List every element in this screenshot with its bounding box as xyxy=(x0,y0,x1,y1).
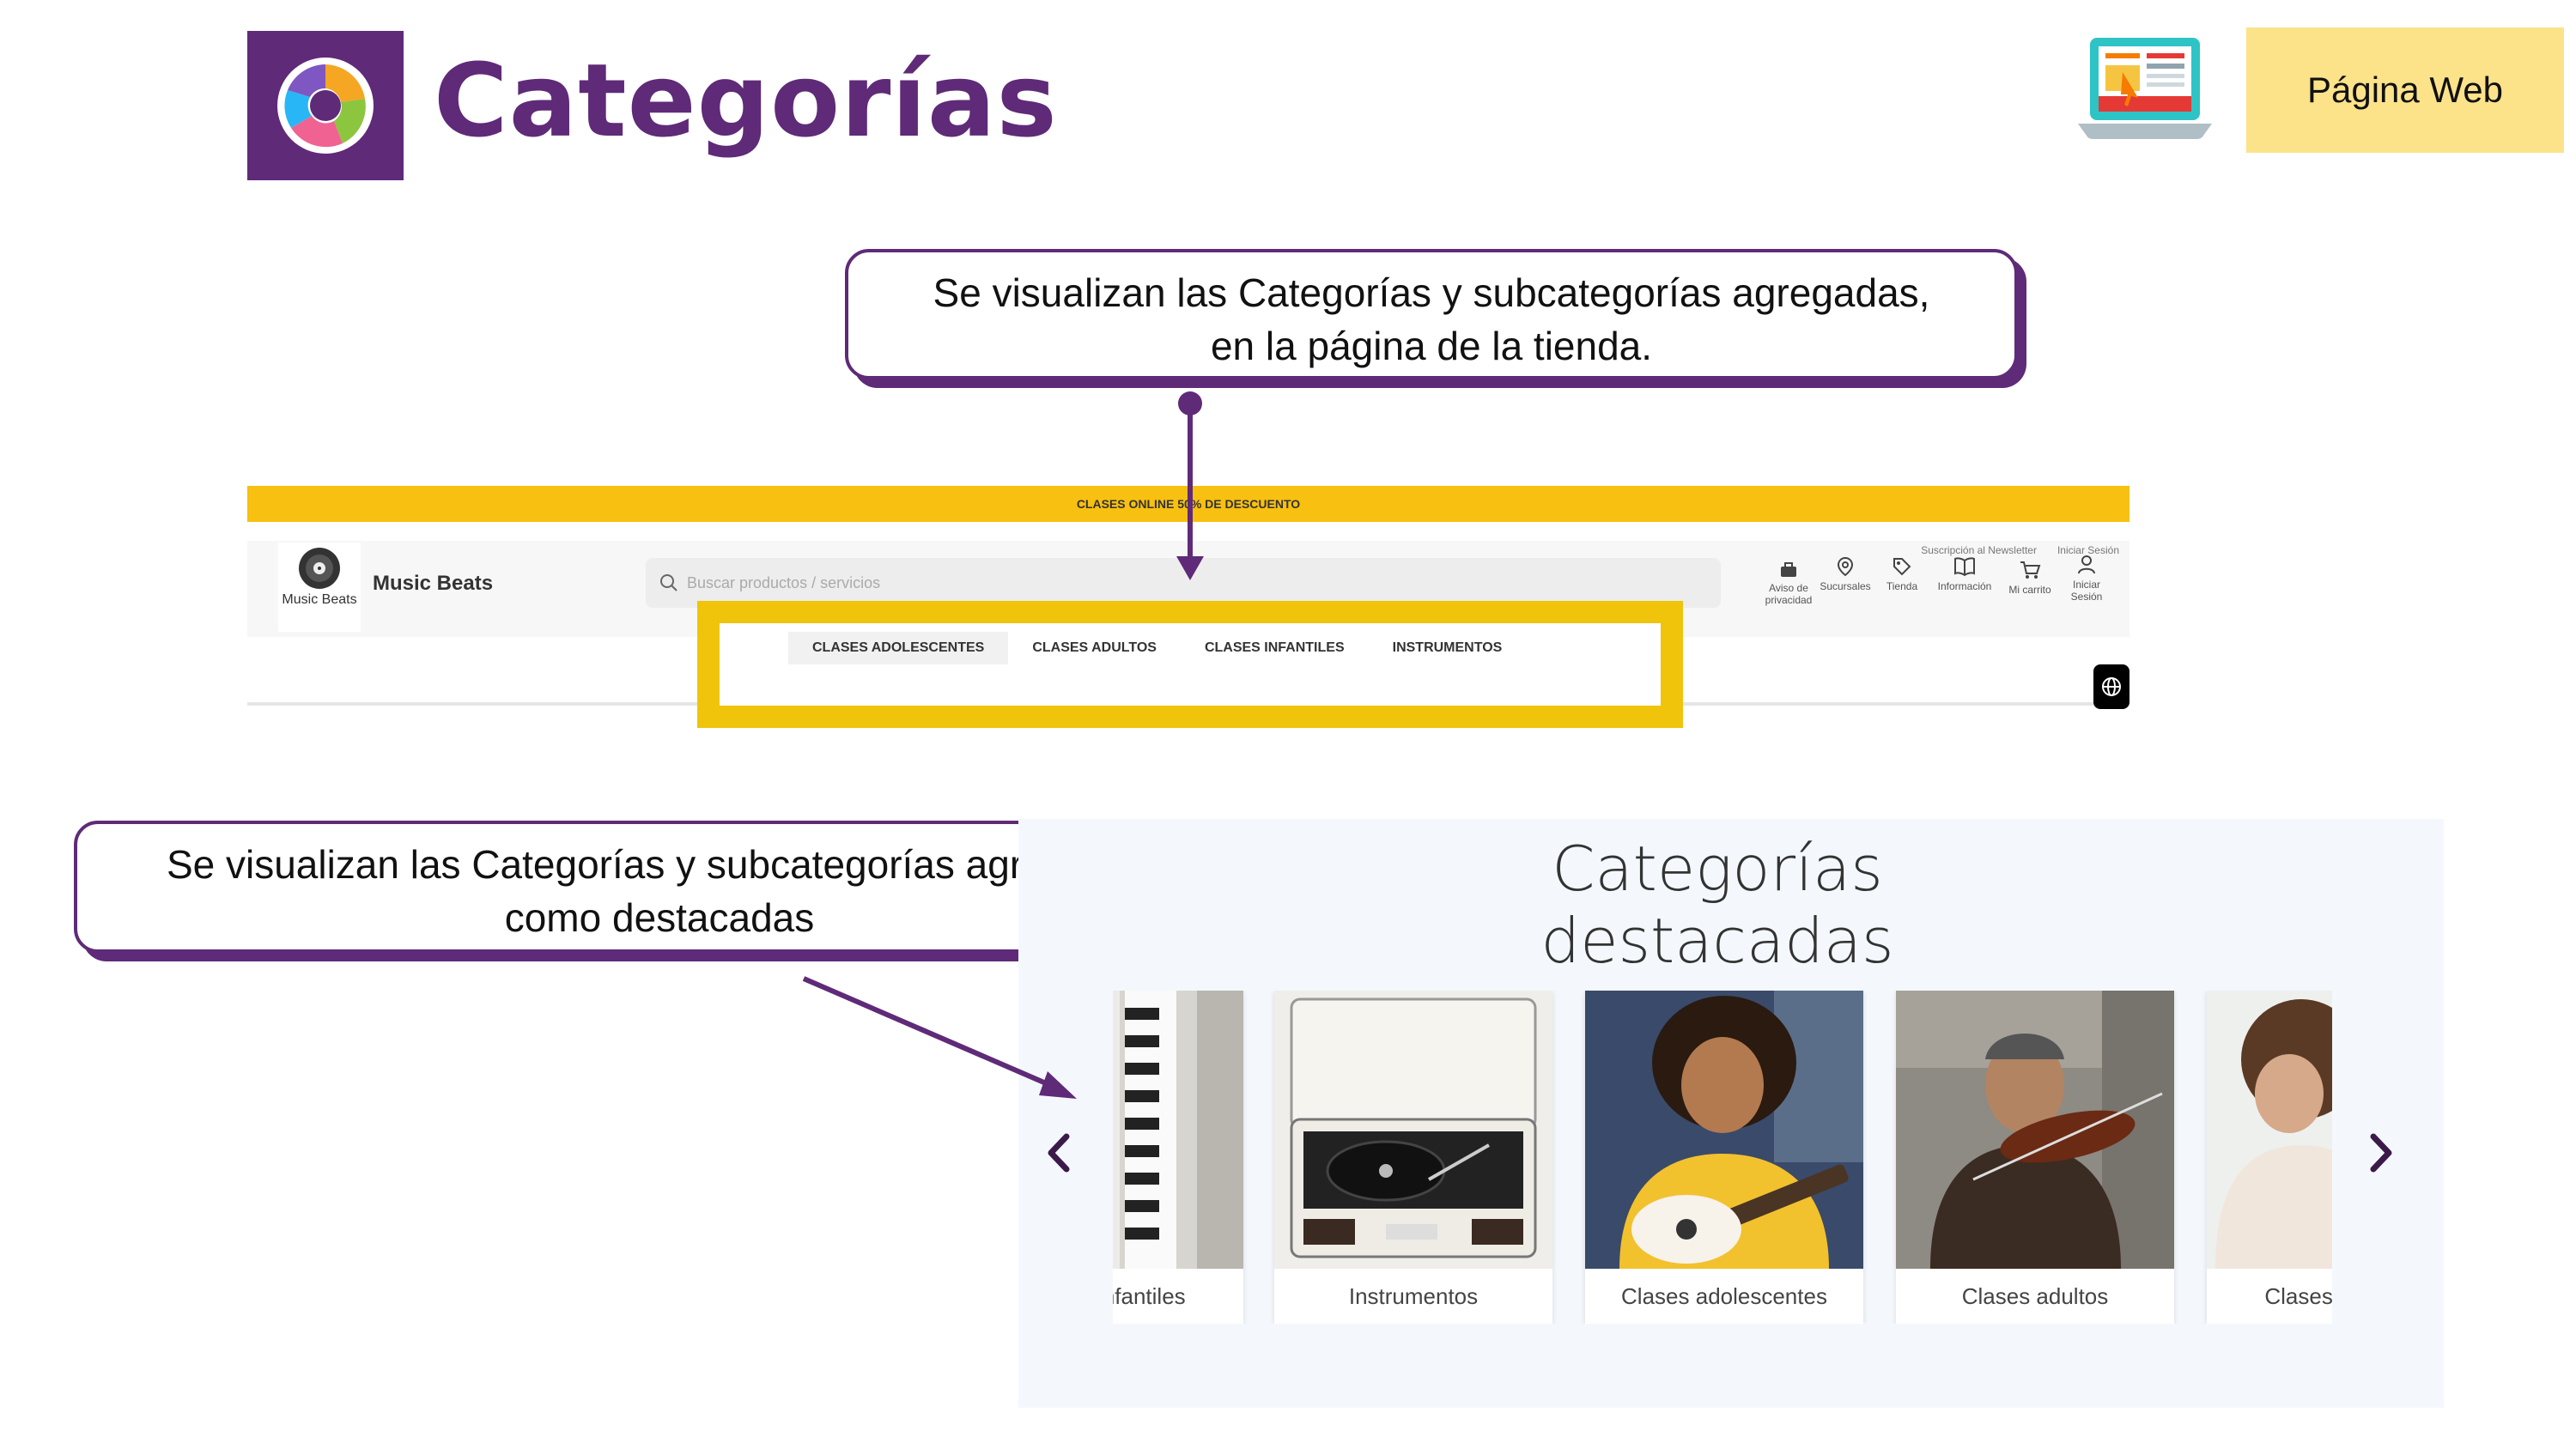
laptop-web-icon xyxy=(2078,34,2212,142)
callout-store-page: Se visualizan las Categorías y subcatego… xyxy=(845,249,2018,379)
globe-icon xyxy=(2102,677,2121,696)
callout-line: en la página de la tienda. xyxy=(1210,324,1653,368)
tag-icon xyxy=(1893,558,1911,576)
category-card[interactable]: Clases infantiles xyxy=(1113,991,1243,1324)
category-card[interactable]: Instrumentos xyxy=(1274,991,1552,1324)
location-pin-icon xyxy=(1837,556,1854,577)
app-logo xyxy=(247,31,404,180)
menu-item-adult-classes[interactable]: CLASES ADULTOS xyxy=(1008,632,1181,664)
page-title: Categorías xyxy=(434,41,1058,160)
card-label: Clases infantiles xyxy=(1113,1282,1186,1309)
newsletter-link[interactable]: Suscripción al Newsletter xyxy=(1921,544,2037,556)
piano-image xyxy=(1113,991,1243,1269)
featured-carousel: Clases infantiles Instrumentos xyxy=(1113,991,2332,1324)
kid-image xyxy=(2207,991,2332,1269)
search-placeholder: Buscar productos / servicios xyxy=(687,573,881,591)
promo-bar: CLASES ONLINE 50% DE DESCUENTO xyxy=(247,486,2129,522)
category-menu-highlight: CLASES ADOLESCENTES CLASES ADULTOS CLASE… xyxy=(697,601,1683,728)
adult-violin-image xyxy=(1896,991,2174,1269)
search-icon xyxy=(659,573,678,597)
category-card[interactable]: Clases adolescentes xyxy=(1585,991,1863,1324)
card-label: Clases infantiles xyxy=(2264,1282,2332,1309)
chevron-right-icon xyxy=(2370,1133,2392,1173)
vinyl-record-icon xyxy=(299,548,340,589)
carousel-prev-button[interactable] xyxy=(1042,1130,1077,1180)
web-page-badge: Página Web xyxy=(2246,27,2564,153)
login-action[interactable]: Iniciar Sesión xyxy=(2061,555,2112,603)
record-player-image xyxy=(1274,991,1552,1269)
card-label: Instrumentos xyxy=(1348,1282,1479,1309)
cart-link[interactable]: Mi carrito xyxy=(1996,560,2064,596)
menu-item-kids-classes[interactable]: CLASES INFANTILES xyxy=(1181,632,1369,664)
store-logo-text: Music Beats xyxy=(282,592,357,607)
menu-item-teen-classes[interactable]: CLASES ADOLESCENTES xyxy=(788,632,1009,664)
user-icon xyxy=(2078,555,2095,574)
cart-icon xyxy=(2020,561,2041,579)
category-menu: CLASES ADOLESCENTES CLASES ADULTOS CLASE… xyxy=(788,632,1526,664)
store-name[interactable]: Music Beats xyxy=(373,572,493,596)
menu-item-instruments[interactable]: INSTRUMENTOS xyxy=(1369,632,1527,664)
carousel-next-button[interactable] xyxy=(2363,1130,2397,1180)
briefcase-icon xyxy=(1781,562,1796,577)
category-card[interactable]: Clases infantiles xyxy=(2207,991,2332,1324)
chevron-left-icon xyxy=(1048,1133,1070,1173)
color-wheel-icon xyxy=(277,58,374,154)
teen-ukulele-image xyxy=(1585,991,1863,1269)
store-logo[interactable]: Music Beats xyxy=(278,543,361,632)
card-label: Clases adultos xyxy=(1961,1282,2109,1309)
card-label: Clases adolescentes xyxy=(1621,1282,1827,1309)
featured-title: Categorías destacadas xyxy=(1540,833,1894,977)
book-icon xyxy=(1954,557,1975,577)
callout-line: Se visualizan las Categorías y subcatego… xyxy=(933,270,1930,315)
information-link[interactable]: Información xyxy=(1923,556,2006,592)
language-button[interactable] xyxy=(2093,664,2129,709)
category-card[interactable]: Clases adultos xyxy=(1896,991,2174,1324)
